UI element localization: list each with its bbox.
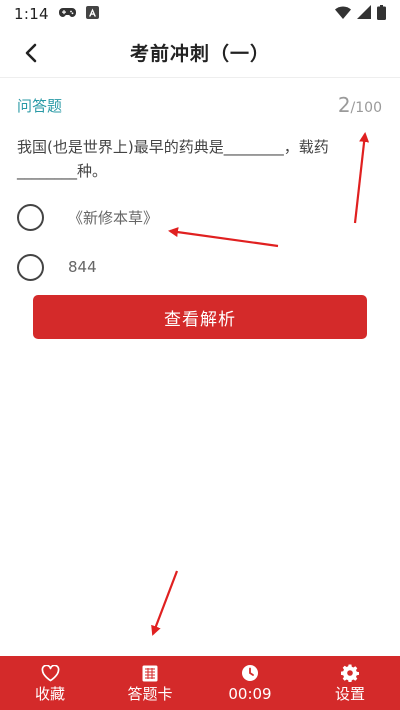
status-time: 1:14	[14, 5, 49, 23]
option-label: 844	[68, 258, 97, 276]
settings-button[interactable]: 设置	[300, 656, 400, 710]
battery-icon	[377, 4, 386, 24]
question-progress: 2/100	[338, 93, 382, 117]
gamepad-icon	[58, 5, 76, 23]
chevron-left-icon	[25, 43, 37, 63]
answer-card-button[interactable]: 答题卡	[100, 656, 200, 710]
answer-card-label: 答题卡	[127, 685, 173, 703]
clock-icon	[241, 663, 259, 683]
app-header: 考前冲刺（一）	[0, 28, 400, 78]
timer-label: 00:09	[228, 685, 272, 703]
view-analysis-button[interactable]: 查看解析	[33, 295, 367, 339]
progress-total: /100	[350, 100, 382, 116]
question-type-label: 问答题	[17, 97, 63, 115]
option-b[interactable]: 844	[17, 251, 317, 283]
annotation-arrow	[151, 570, 179, 636]
favorite-label: 收藏	[34, 685, 65, 703]
grid-card-icon	[142, 663, 158, 683]
back-button[interactable]	[14, 36, 48, 70]
settings-label: 设置	[334, 685, 365, 703]
bottom-toolbar: 收藏 答题卡 00:09 设置	[0, 656, 400, 710]
status-bar: 1:14	[0, 0, 400, 28]
signal-icon	[357, 5, 371, 23]
page-title: 考前冲刺（一）	[129, 43, 270, 65]
option-a[interactable]: 《新修本草》	[17, 201, 317, 233]
gear-icon	[341, 663, 359, 683]
favorite-button[interactable]: 收藏	[0, 656, 100, 710]
radio-button[interactable]	[17, 253, 44, 281]
option-label: 《新修本草》	[68, 208, 159, 227]
radio-button[interactable]	[17, 203, 44, 231]
progress-current: 2	[337, 93, 351, 117]
wifi-icon	[335, 5, 351, 23]
timer-button[interactable]: 00:09	[200, 656, 300, 710]
annotation-arrow	[168, 227, 279, 248]
a-notification-icon	[85, 5, 99, 23]
heart-icon	[41, 663, 60, 683]
question-text: 我国(也是世界上)最早的药典是________，载药________种。	[17, 138, 329, 180]
